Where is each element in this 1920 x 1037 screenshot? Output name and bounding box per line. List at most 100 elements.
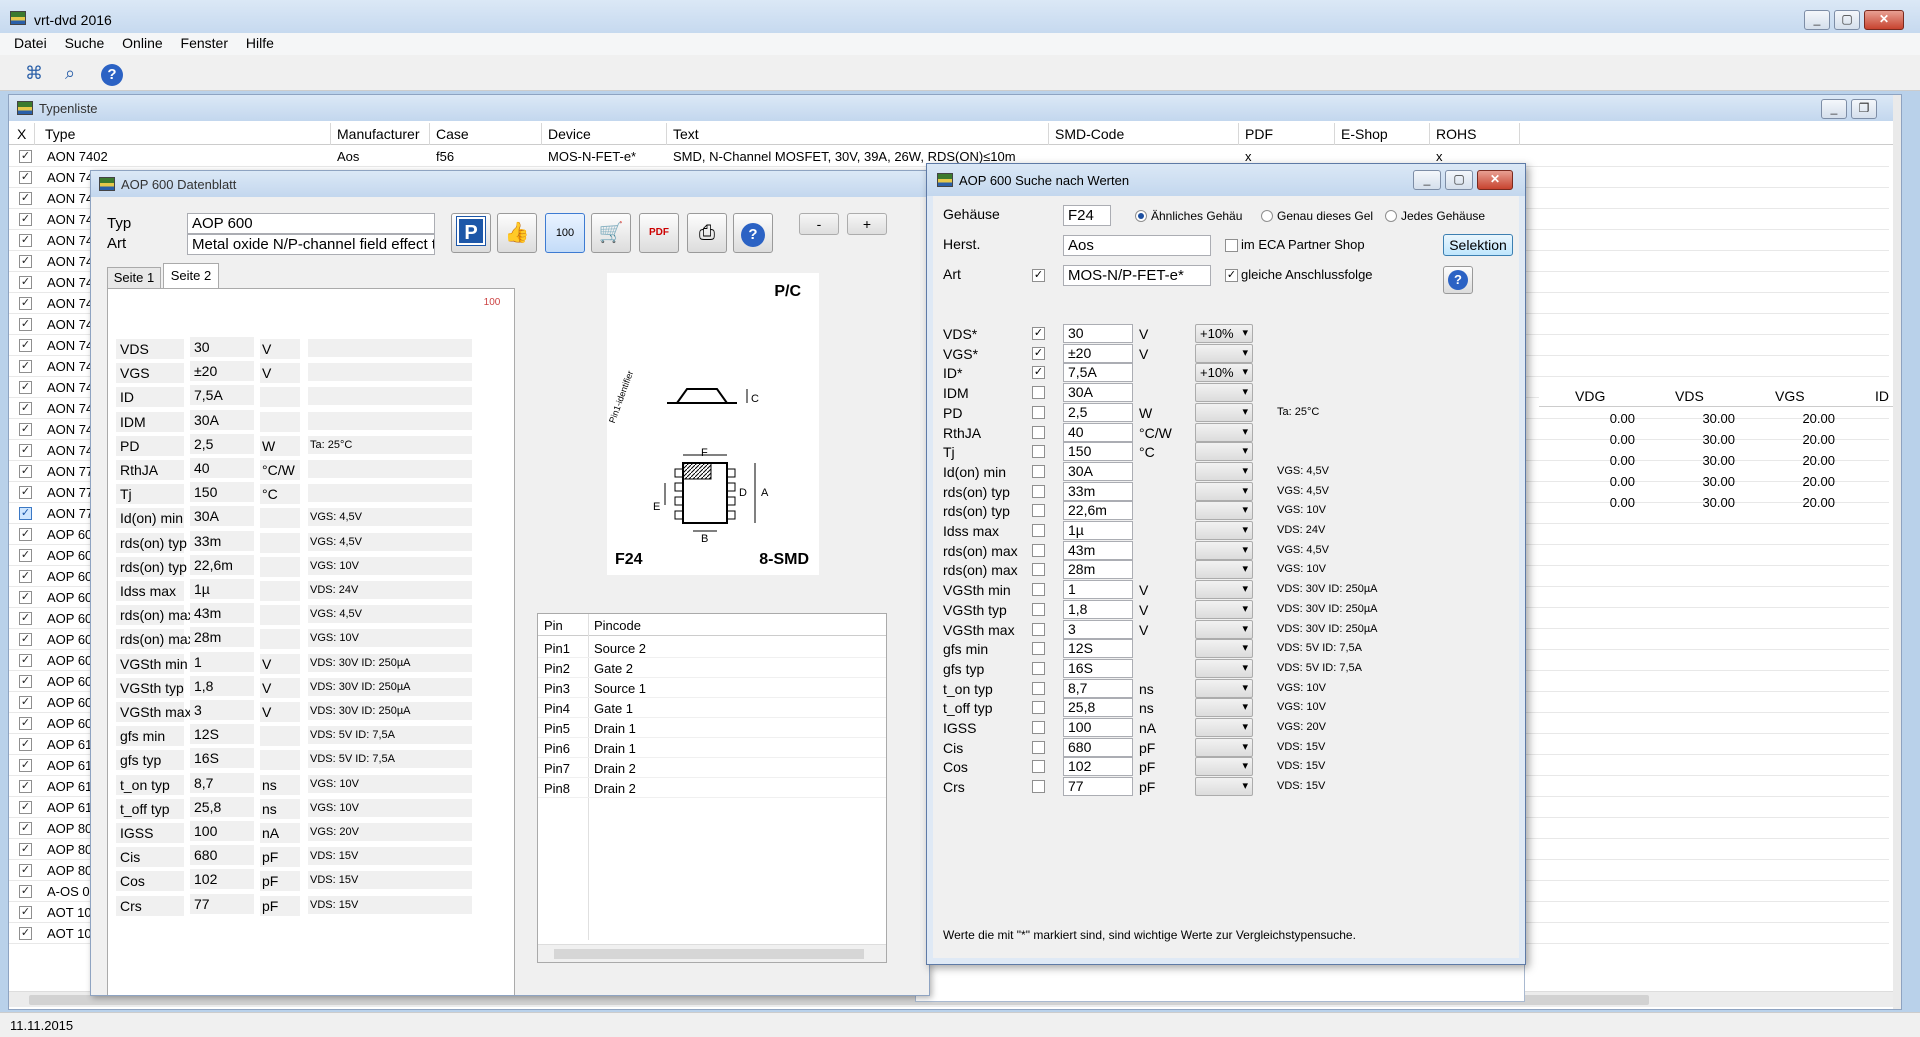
tolerance-dropdown[interactable] [1195, 718, 1253, 737]
row-checkbox[interactable]: ✓ [19, 444, 32, 457]
param-checkbox[interactable] [1032, 602, 1045, 616]
param-checkbox[interactable] [1032, 504, 1045, 518]
param-checkbox[interactable] [1032, 740, 1045, 754]
row-checkbox[interactable]: ✓ [19, 192, 32, 205]
param-value-field[interactable]: 2,5 [1063, 402, 1133, 422]
row-checkbox[interactable]: ✓ [19, 717, 32, 730]
row-checkbox[interactable]: ✓ [19, 360, 32, 373]
help-icon[interactable]: ? [733, 213, 773, 253]
param-value-field[interactable]: 102 [1063, 757, 1133, 777]
param-checkbox[interactable] [1032, 701, 1045, 715]
param-checkbox[interactable] [1032, 563, 1045, 577]
param-checkbox[interactable]: ✓ [1032, 346, 1045, 360]
param-value-field[interactable]: 8,7 [1063, 678, 1133, 698]
vergleich-row[interactable]: 0.00 30.00 20.00 [1539, 450, 1895, 471]
col-id[interactable]: ID [1875, 388, 1889, 404]
tolerance-dropdown[interactable] [1195, 757, 1253, 777]
tolerance-dropdown[interactable] [1195, 599, 1253, 619]
search-tag-button[interactable]: ⌘ [20, 59, 48, 87]
col-rohs[interactable]: ROHS [1430, 123, 1520, 145]
tolerance-dropdown[interactable] [1195, 639, 1253, 659]
tolerance-dropdown[interactable] [1195, 560, 1253, 580]
param-checkbox[interactable] [1032, 484, 1045, 498]
param-value-field[interactable]: 30A [1063, 461, 1133, 481]
pin-row[interactable]: Pin5 Drain 1 [538, 718, 886, 738]
col-type[interactable]: Type [39, 123, 331, 145]
param-value-field[interactable]: 150 [1063, 442, 1133, 462]
param-value-field[interactable]: 12S [1063, 639, 1133, 659]
pin-row[interactable]: Pin7 Drain 2 [538, 758, 886, 778]
param-checkbox[interactable]: ✓ [1032, 366, 1045, 380]
radio-similar-case[interactable] [1135, 210, 1147, 222]
pin-table-scroll-thumb[interactable] [554, 949, 864, 959]
param-checkbox[interactable] [1032, 780, 1045, 794]
param-value-field[interactable]: 30 [1063, 324, 1133, 343]
help-icon[interactable]: ? [1443, 266, 1473, 294]
row-checkbox[interactable]: ✓ [19, 339, 32, 352]
row-checkbox[interactable]: ✓ [19, 255, 32, 268]
menu-hilfe[interactable]: Hilfe [246, 35, 274, 51]
row-checkbox[interactable]: ✓ [19, 423, 32, 436]
tolerance-dropdown[interactable]: +10% [1195, 324, 1253, 343]
param-checkbox[interactable] [1032, 524, 1045, 537]
param-value-field[interactable]: 1 [1063, 580, 1133, 600]
selektion-button[interactable]: Selektion [1443, 234, 1513, 256]
close-button[interactable]: ✕ [1864, 10, 1904, 30]
search-100-icon[interactable]: 100 [545, 213, 585, 253]
col-vds[interactable]: VDS [1675, 388, 1704, 404]
tolerance-dropdown[interactable] [1195, 737, 1253, 757]
param-checkbox[interactable] [1032, 464, 1045, 478]
row-checkbox[interactable]: ✓ [19, 402, 32, 415]
zoom-minus-button[interactable]: - [799, 213, 839, 235]
row-checkbox[interactable]: ✓ [19, 570, 32, 583]
pin-row[interactable]: Pin6 Drain 1 [538, 738, 886, 758]
thumb-icon[interactable]: 👍 [497, 213, 537, 253]
tab-seite-2[interactable]: Seite 2 [163, 263, 219, 289]
param-value-field[interactable]: ±20 [1063, 343, 1133, 363]
param-value-field[interactable]: 100 [1063, 718, 1133, 737]
param-checkbox[interactable] [1032, 661, 1045, 675]
help-icon[interactable]: ? [98, 59, 126, 87]
tolerance-dropdown[interactable] [1195, 442, 1253, 462]
col-device[interactable]: Device [542, 123, 667, 145]
col-vdg[interactable]: VDG [1575, 388, 1605, 404]
radio-exact-case[interactable] [1261, 210, 1273, 222]
param-value-field[interactable]: 7,5A [1063, 363, 1133, 383]
row-checkbox[interactable]: ✓ [19, 843, 32, 856]
col-pin[interactable]: Pin [544, 618, 563, 633]
row-checkbox[interactable]: ✓ [19, 780, 32, 793]
col-x[interactable]: X [11, 123, 35, 145]
vertical-scrollbar[interactable] [1893, 95, 1901, 1009]
gehaeuse-field[interactable]: F24 [1063, 205, 1111, 226]
col-pincode[interactable]: Pincode [594, 618, 641, 633]
pin-row[interactable]: Pin2 Gate 2 [538, 658, 886, 678]
tolerance-dropdown[interactable] [1195, 777, 1253, 797]
param-value-field[interactable]: 43m [1063, 540, 1133, 560]
param-checkbox[interactable] [1032, 583, 1045, 597]
row-checkbox[interactable]: ✓ [19, 318, 32, 331]
row-checkbox[interactable]: ✓ [19, 612, 32, 625]
pdf-icon[interactable]: PDF [639, 213, 679, 253]
param-checkbox[interactable] [1032, 425, 1045, 439]
row-checkbox[interactable]: ✓ [19, 150, 32, 163]
zoom-plus-button[interactable]: + [847, 213, 887, 235]
param-checkbox[interactable] [1032, 405, 1045, 419]
tolerance-dropdown[interactable] [1195, 383, 1253, 403]
menu-suche[interactable]: Suche [65, 35, 105, 51]
param-checkbox[interactable] [1032, 721, 1045, 734]
param-value-field[interactable]: 28m [1063, 560, 1133, 580]
maximize-button[interactable]: ▢ [1834, 10, 1860, 30]
row-checkbox[interactable]: ✓ [19, 381, 32, 394]
param-value-field[interactable]: 16S [1063, 658, 1133, 678]
minimize-button[interactable]: _ [1804, 10, 1830, 30]
print-icon[interactable]: ⎙ [687, 213, 727, 253]
tolerance-dropdown[interactable] [1195, 619, 1253, 639]
row-checkbox[interactable]: ✓ [19, 885, 32, 898]
row-checkbox[interactable]: ✓ [19, 906, 32, 919]
typenliste-restore-button[interactable]: ❐ [1851, 99, 1877, 119]
param-checkbox[interactable]: ✓ [1032, 327, 1045, 340]
tolerance-dropdown[interactable] [1195, 343, 1253, 363]
row-checkbox[interactable]: ✓ [19, 927, 32, 940]
vergleich-row[interactable]: 0.00 30.00 20.00 [1539, 471, 1895, 492]
row-checkbox[interactable]: ✓ [19, 822, 32, 835]
